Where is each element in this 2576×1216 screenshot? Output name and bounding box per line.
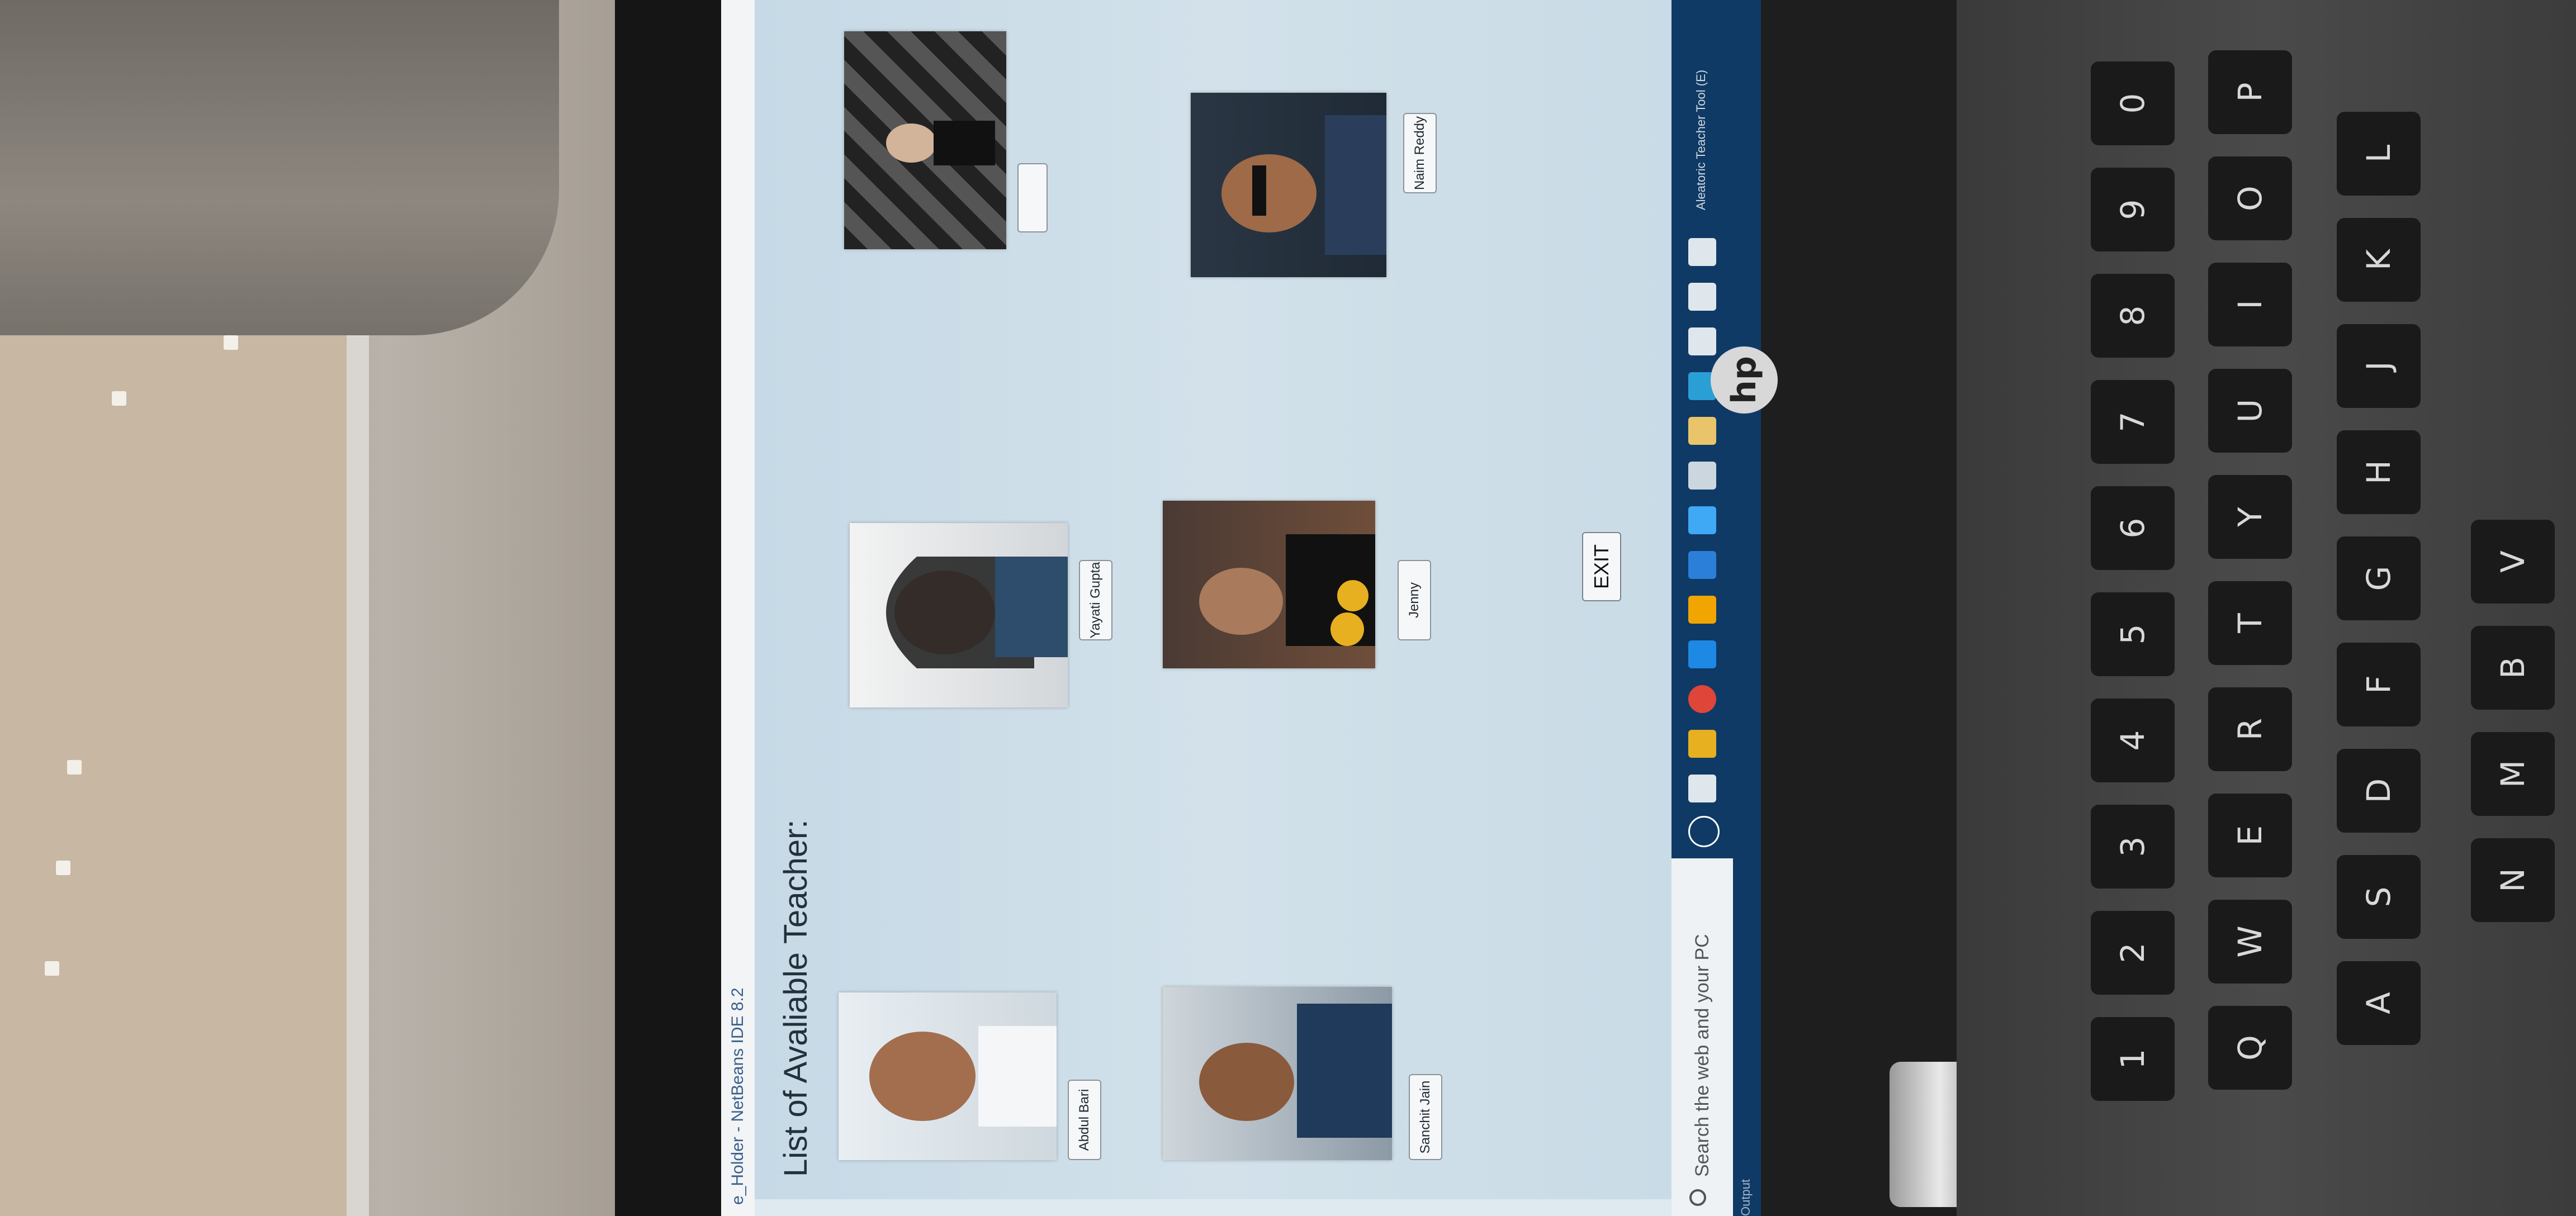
binder-hole <box>67 760 82 775</box>
keyboard-key[interactable]: M <box>2471 732 2555 816</box>
binder-hole <box>224 335 238 350</box>
keyboard-key[interactable]: S <box>2337 855 2421 939</box>
keyboard-key[interactable]: 3 <box>2091 805 2175 889</box>
portrait-icon <box>886 557 1068 668</box>
netbeans-icon[interactable] <box>1688 417 1716 445</box>
keyboard-key[interactable]: L <box>2337 112 2421 196</box>
keyboard-key[interactable]: 5 <box>2091 592 2175 676</box>
window-titlebar: e_Holder - NetBeans IDE 8.2 <box>721 0 755 1216</box>
chrome-icon[interactable] <box>1688 685 1716 713</box>
teacher-name-button[interactable]: Abdul Bari <box>1068 1080 1101 1160</box>
store-icon[interactable] <box>1688 640 1716 668</box>
keyboard-key[interactable]: 6 <box>2091 486 2175 570</box>
application-window: e_Holder - NetBeans IDE 8.2 List of Aval… <box>721 0 1767 1216</box>
cortana-icon[interactable] <box>1688 816 1720 847</box>
keyboard-key[interactable]: 1 <box>2091 1017 2175 1101</box>
portrait-icon <box>886 121 995 165</box>
task-view-icon[interactable] <box>1688 775 1716 802</box>
keyboard-key[interactable]: V <box>2471 520 2555 604</box>
page-title: List of Avaliable Teacher: <box>778 819 814 1177</box>
teacher-photo <box>844 31 1006 249</box>
teacher-name-button[interactable]: Naim Reddy <box>1403 113 1437 193</box>
app-icon[interactable] <box>1688 238 1716 266</box>
teacher-name-button[interactable]: Sanchit Jain <box>1409 1074 1442 1160</box>
binder-hole <box>45 961 59 976</box>
portrait-icon <box>1221 115 1386 255</box>
portrait-icon <box>1199 534 1375 646</box>
keyboard-key[interactable]: 4 <box>2091 699 2175 782</box>
keyboard-key[interactable]: Q <box>2208 1006 2292 1090</box>
keyboard-key[interactable]: J <box>2337 324 2421 408</box>
keyboard-key[interactable]: Y <box>2208 475 2292 559</box>
keyboard-key[interactable]: I <box>2208 263 2292 346</box>
teacher-name-button[interactable]: Yayati Gupta <box>1079 560 1112 640</box>
taskbar-search-box[interactable]: Search the web and your PC <box>1671 858 1733 1216</box>
keyboard-key[interactable]: 2 <box>2091 911 2175 995</box>
keyboard-key[interactable]: A <box>2337 961 2421 1045</box>
teacher-photo <box>1191 93 1386 277</box>
keyboard-key[interactable]: B <box>2471 626 2555 710</box>
binder <box>0 235 369 1216</box>
app-icon[interactable] <box>1688 283 1716 311</box>
teacher-photo <box>1163 987 1392 1160</box>
keyboard-key[interactable]: W <box>2208 900 2292 984</box>
teacher-photo <box>839 992 1057 1160</box>
app-icon[interactable] <box>1688 596 1716 624</box>
edge-icon[interactable] <box>1688 551 1716 579</box>
laptop-screen: e_Holder - NetBeans IDE 8.2 List of Aval… <box>721 0 1767 1216</box>
mail-icon[interactable] <box>1688 506 1716 534</box>
keyboard-key[interactable]: T <box>2208 581 2292 665</box>
teacher-name-button[interactable] <box>1017 163 1048 232</box>
search-placeholder: Search the web and your PC <box>1691 934 1713 1177</box>
output-tab[interactable]: Output <box>1739 1179 1753 1216</box>
keyboard-key[interactable]: 9 <box>2091 168 2175 251</box>
taskbar-notification: Aleatoric Teacher Tool (E) <box>1694 69 1708 210</box>
hp-logo: hp <box>1711 346 1778 414</box>
binder-hole <box>56 861 70 875</box>
teacher-photo <box>1163 501 1375 668</box>
laptop-hinge <box>1761 0 1985 1216</box>
binder-hole <box>112 391 126 406</box>
teacher-list-panel: List of Avaliable Teacher: Abdul Bari Sa… <box>755 0 1671 1199</box>
file-explorer-icon[interactable] <box>1688 730 1716 758</box>
app-icon[interactable] <box>1688 462 1716 490</box>
keyboard-key[interactable]: K <box>2337 218 2421 302</box>
keyboard-key[interactable]: O <box>2208 156 2292 240</box>
search-icon <box>1689 1189 1706 1206</box>
sleeve <box>0 0 559 335</box>
keyboard-key[interactable]: 8 <box>2091 274 2175 358</box>
photo-scene: e_Holder - NetBeans IDE 8.2 List of Aval… <box>0 0 2576 1216</box>
teacher-name-button[interactable]: Jenny <box>1398 560 1431 640</box>
keyboard-key[interactable]: R <box>2208 687 2292 771</box>
keyboard-key[interactable]: H <box>2337 430 2421 514</box>
keyboard-key[interactable]: F <box>2337 643 2421 726</box>
keyboard-key[interactable]: G <box>2337 536 2421 620</box>
keyboard-key[interactable]: P <box>2208 50 2292 134</box>
exit-button[interactable]: EXIT <box>1582 532 1621 601</box>
keyboard-key[interactable]: D <box>2337 749 2421 833</box>
keyboard-key[interactable]: 7 <box>2091 380 2175 464</box>
keyboard-key[interactable]: U <box>2208 369 2292 453</box>
portrait-icon <box>869 1026 1057 1127</box>
app-icon[interactable] <box>1688 327 1716 355</box>
keyboard-key[interactable]: E <box>2208 794 2292 877</box>
teacher-photo <box>850 523 1068 707</box>
keyboard-key[interactable]: N <box>2471 838 2555 922</box>
portrait-icon <box>1199 1004 1392 1138</box>
windows-taskbar: Search the web and your PC Aleatoric Tea… <box>1671 0 1767 1216</box>
keyboard-key[interactable]: 0 <box>2091 61 2175 145</box>
